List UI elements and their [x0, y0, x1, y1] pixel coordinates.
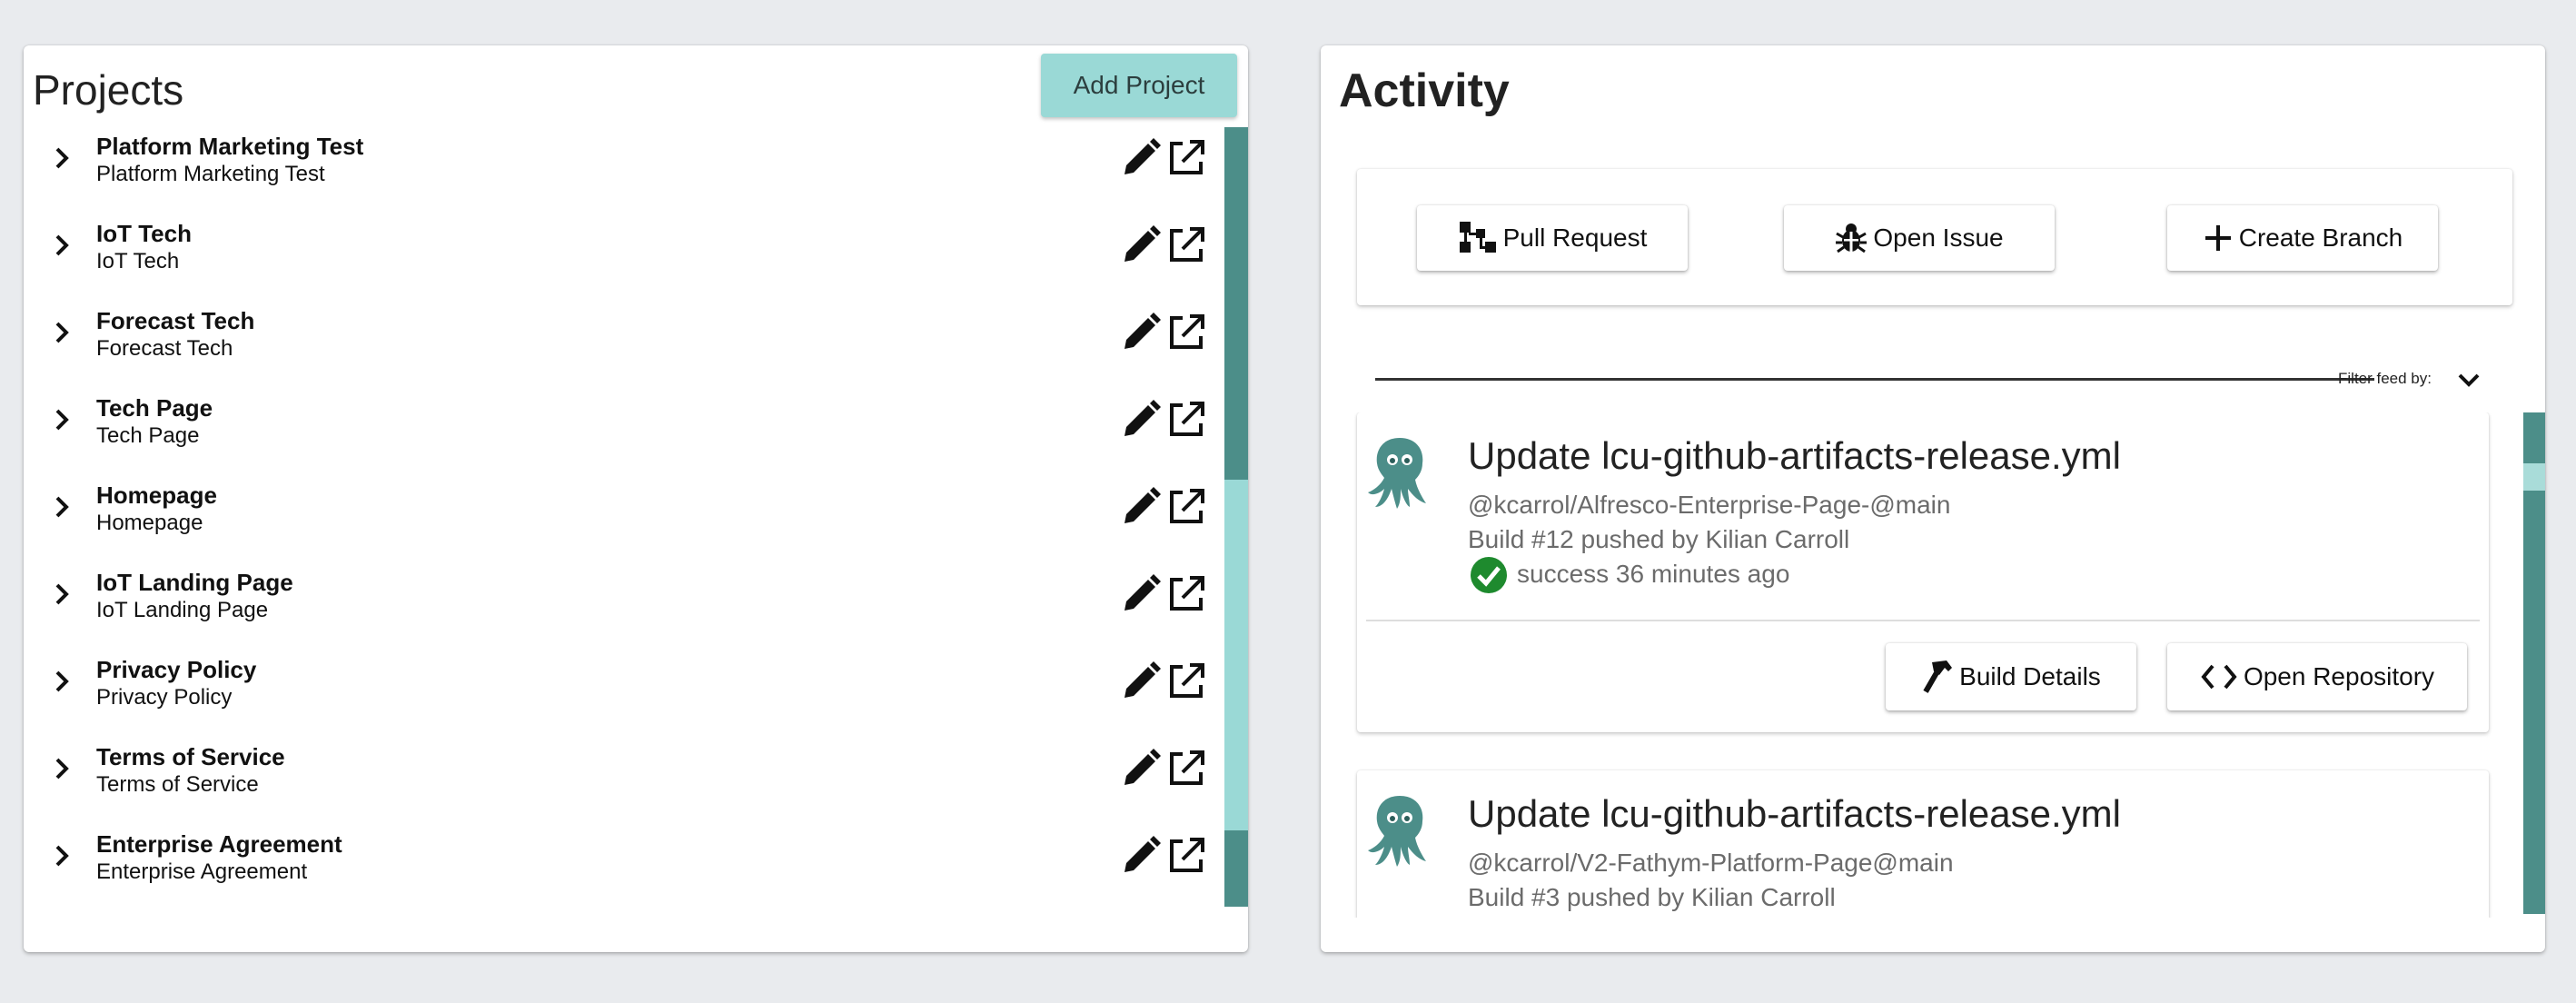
open-external-icon[interactable]	[1166, 749, 1206, 789]
octopus-avatar-icon	[1368, 438, 1426, 509]
pull-request-button[interactable]: Pull Request	[1417, 205, 1688, 271]
chevron-right-icon[interactable]	[45, 491, 78, 523]
project-name: IoT Landing Page	[96, 569, 293, 596]
project-subtitle: IoT Landing Page	[96, 598, 269, 622]
open-issue-button[interactable]: Open Issue	[1784, 205, 2055, 271]
pencil-icon[interactable]	[1121, 836, 1161, 876]
hammer-icon	[1923, 660, 1953, 693]
project-subtitle: Platform Marketing Test	[96, 162, 325, 186]
project-name: Homepage	[96, 482, 217, 509]
filter-label: Filter feed by:	[2338, 370, 2432, 387]
feed-repo: @kcarrol/V2-Fathym-Platform-Page@main	[1468, 849, 1954, 877]
open-external-icon[interactable]	[1166, 574, 1206, 614]
open-repository-label: Open Repository	[2243, 662, 2435, 690]
code-brackets-icon	[2201, 664, 2237, 690]
open-external-icon[interactable]	[1166, 836, 1206, 876]
projects-scroll-bottom-segment	[1224, 830, 1248, 907]
pencil-icon[interactable]	[1121, 313, 1161, 353]
feed-scroll-thumb[interactable]	[2523, 463, 2545, 491]
chevron-right-icon[interactable]	[45, 142, 78, 174]
project-name: Forecast Tech	[96, 307, 255, 334]
open-external-icon[interactable]	[1166, 487, 1206, 527]
feed-status: success 36 minutes ago	[1517, 560, 1790, 588]
project-row[interactable]: Enterprise Agreement Enterprise Agreement	[24, 825, 1214, 912]
projects-panel: Projects Add Project Platform Marketing …	[24, 45, 1248, 952]
create-branch-button[interactable]: Create Branch	[2167, 205, 2438, 271]
feed-repo: @kcarrol/Alfresco-Enterprise-Page-@main	[1468, 491, 1951, 519]
chevron-right-icon[interactable]	[45, 665, 78, 698]
project-subtitle: Tech Page	[96, 423, 200, 448]
create-branch-label: Create Branch	[2238, 223, 2403, 252]
project-row[interactable]: Homepage Homepage	[24, 476, 1214, 563]
open-external-icon[interactable]	[1166, 400, 1206, 440]
open-issue-label: Open Issue	[1873, 223, 2004, 252]
pencil-icon[interactable]	[1121, 661, 1161, 701]
project-subtitle: IoT Tech	[96, 249, 180, 273]
project-row[interactable]: Tech Page Tech Page	[24, 389, 1214, 476]
chevron-down-icon[interactable]	[2452, 363, 2485, 396]
feed-card: Update lcu-github-artifacts-release.yml …	[1357, 770, 2489, 918]
build-details-button[interactable]: Build Details	[1886, 643, 2136, 710]
feed-card: Update lcu-github-artifacts-release.yml …	[1357, 412, 2489, 732]
quick-actions-card: Pull Request Open Issue Create Branch	[1357, 169, 2512, 305]
pencil-icon[interactable]	[1121, 400, 1161, 440]
success-check-icon	[1471, 557, 1507, 593]
project-subtitle: Terms of Service	[96, 772, 259, 797]
project-name: Platform Marketing Test	[96, 133, 364, 160]
octopus-avatar-icon	[1368, 796, 1426, 867]
feed-build-info: Build #12 pushed by Kilian Carroll	[1468, 525, 1850, 553]
open-external-icon[interactable]	[1166, 225, 1206, 265]
project-name: Privacy Policy	[96, 656, 257, 683]
bug-icon	[1836, 223, 1868, 253]
chevron-right-icon[interactable]	[45, 578, 78, 611]
project-name: IoT Tech	[96, 220, 192, 247]
project-row[interactable]: IoT Landing Page IoT Landing Page	[24, 563, 1214, 650]
project-row[interactable]: IoT Tech IoT Tech	[24, 214, 1214, 302]
activity-feed: Update lcu-github-artifacts-release.yml …	[1321, 412, 2545, 918]
project-name: Tech Page	[96, 394, 213, 422]
project-row[interactable]: Forecast Tech Forecast Tech	[24, 302, 1214, 389]
project-subtitle: Privacy Policy	[96, 685, 233, 710]
build-details-label: Build Details	[1959, 662, 2101, 690]
chevron-right-icon[interactable]	[45, 316, 78, 349]
projects-title: Projects	[33, 66, 184, 114]
pull-request-icon	[1459, 222, 1496, 253]
project-subtitle: Forecast Tech	[96, 336, 233, 361]
feed-card-divider	[1366, 620, 2480, 621]
project-row[interactable]: Privacy Policy Privacy Policy	[24, 650, 1214, 738]
chevron-right-icon[interactable]	[45, 752, 78, 785]
projects-scrollbar[interactable]	[1224, 127, 1248, 907]
project-row[interactable]: Terms of Service Terms of Service	[24, 738, 1214, 825]
projects-scroll-thumb[interactable]	[1224, 127, 1248, 480]
chevron-right-icon[interactable]	[45, 403, 78, 436]
project-row[interactable]: Platform Marketing Test Platform Marketin…	[24, 127, 1214, 214]
project-name: Terms of Service	[96, 743, 285, 770]
open-repository-button[interactable]: Open Repository	[2167, 643, 2467, 710]
project-name: Enterprise Agreement	[96, 830, 342, 858]
feed-title[interactable]: Update lcu-github-artifacts-release.yml	[1468, 792, 2121, 836]
project-subtitle: Enterprise Agreement	[96, 859, 308, 884]
plus-icon	[2204, 225, 2231, 251]
feed-scrollbar[interactable]	[2523, 412, 2545, 914]
chevron-right-icon[interactable]	[45, 839, 78, 872]
filter-divider	[1375, 378, 2374, 381]
open-external-icon[interactable]	[1166, 661, 1206, 701]
activity-panel: Activity Pull Request Open Issue Create …	[1321, 45, 2545, 952]
project-subtitle: Homepage	[96, 511, 203, 535]
pencil-icon[interactable]	[1121, 574, 1161, 614]
chevron-right-icon[interactable]	[45, 229, 78, 262]
project-list: Platform Marketing Test Platform Marketin…	[24, 127, 1224, 952]
feed-title[interactable]: Update lcu-github-artifacts-release.yml	[1468, 434, 2121, 478]
pull-request-label: Pull Request	[1502, 223, 1648, 252]
open-external-icon[interactable]	[1166, 138, 1206, 178]
pencil-icon[interactable]	[1121, 225, 1161, 265]
feed-build-info: Build #3 pushed by Kilian Carroll	[1468, 883, 1836, 911]
pencil-icon[interactable]	[1121, 749, 1161, 789]
open-external-icon[interactable]	[1166, 313, 1206, 353]
add-project-button[interactable]: Add Project	[1041, 54, 1237, 117]
pencil-icon[interactable]	[1121, 487, 1161, 527]
pencil-icon[interactable]	[1121, 138, 1161, 178]
activity-title: Activity	[1339, 65, 1510, 117]
